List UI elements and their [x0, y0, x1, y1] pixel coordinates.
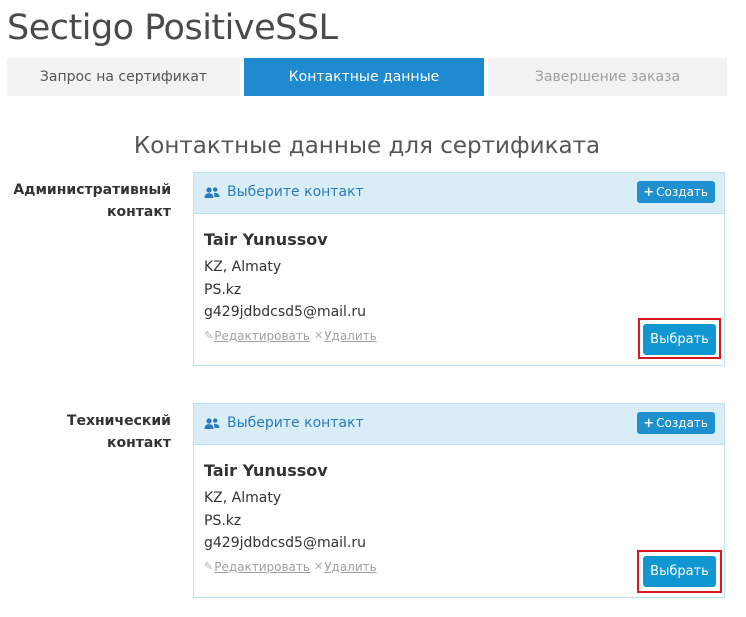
contact-company: PS.kz: [204, 512, 242, 529]
tech-contact-label-line1: Технический контакт: [66, 413, 171, 451]
section-title: Контактные данные для сертификата: [133, 133, 601, 159]
page-title: Sectigo PositiveSSL: [7, 8, 338, 48]
order-steps: Запрос на сертификат Контактные данные З…: [7, 58, 727, 96]
step-certificate-request[interactable]: Запрос на сертификат: [7, 58, 240, 96]
admin-contact-label: Административный контакт: [0, 179, 171, 223]
plus-icon: +: [643, 415, 655, 431]
edit-contact-link[interactable]: Редактировать: [214, 560, 310, 574]
delete-contact-link[interactable]: Удалить: [324, 329, 377, 343]
step-order-completion: Завершение заказа: [488, 58, 727, 96]
create-contact-label: Создать: [656, 416, 708, 430]
select-tech-contact-button[interactable]: Выбрать: [643, 556, 716, 587]
edit-contact-link[interactable]: Редактировать: [214, 329, 310, 343]
contact-location: KZ, Almaty: [204, 259, 282, 275]
choose-contact-text: Выберите контакт: [227, 415, 364, 431]
contact-name: Tair Yunussov: [204, 461, 328, 480]
times-icon: ✕: [313, 560, 324, 573]
tech-contact-label: Технический контакт: [0, 410, 171, 454]
contact-name: Tair Yunussov: [204, 230, 328, 249]
contact-location: KZ, Almaty: [204, 490, 282, 506]
admin-contact-panel-header: Выберите контакт + Создать: [194, 173, 724, 214]
delete-contact-link[interactable]: Удалить: [324, 560, 377, 574]
pencil-icon: ✎: [204, 329, 214, 342]
create-contact-button[interactable]: + Создать: [637, 412, 715, 434]
tech-contact-panel-header: Выберите контакт + Создать: [194, 404, 724, 445]
contact-company: PS.kz: [204, 281, 242, 298]
create-contact-button[interactable]: + Создать: [637, 181, 715, 203]
admin-contact-label-line1: Административный: [13, 182, 171, 198]
admin-contact-label-line2: контакт: [107, 204, 171, 220]
create-contact-label: Создать: [656, 185, 708, 199]
select-admin-contact-button[interactable]: Выбрать: [643, 324, 716, 355]
times-icon: ✕: [313, 329, 324, 342]
choose-contact-text: Выберите контакт: [227, 184, 364, 200]
plus-icon: +: [643, 184, 655, 200]
users-icon: [204, 187, 220, 198]
pencil-icon: ✎: [204, 560, 214, 573]
users-icon: [204, 418, 220, 429]
step-contact-data[interactable]: Контактные данные: [244, 58, 484, 96]
